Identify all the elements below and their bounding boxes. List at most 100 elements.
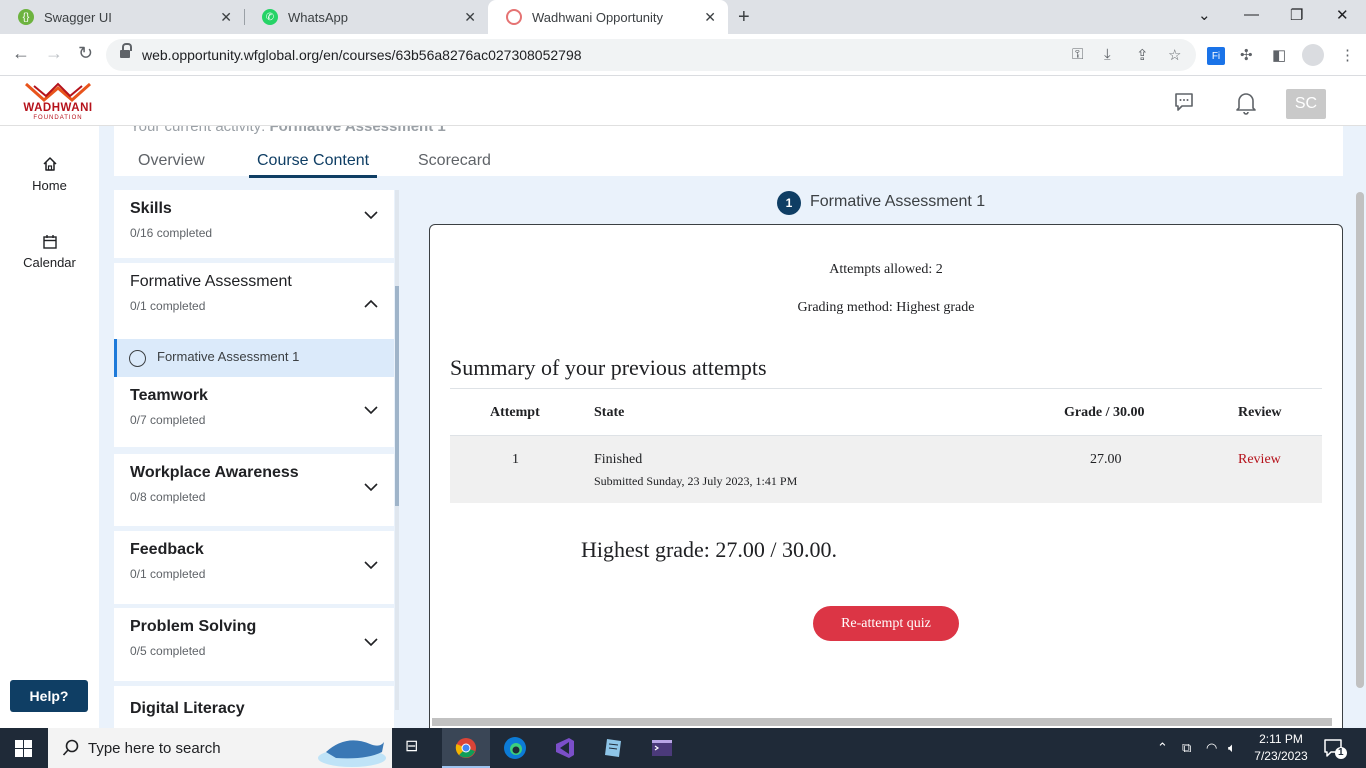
windows-start-icon[interactable] (15, 740, 32, 757)
grading-method: Grading method: Highest grade (797, 300, 975, 315)
side-panel-icon[interactable]: ◧ (1272, 46, 1286, 64)
tab-search-chevron-icon[interactable]: ⌄ (1198, 6, 1211, 24)
notepad-icon[interactable] (601, 736, 625, 760)
attempt-grade: 27.00 (1090, 452, 1122, 467)
attempt-state: Finished (594, 452, 643, 467)
list-item-formative-assessment-1[interactable]: Formative Assessment 1 (114, 339, 394, 377)
meet-now-icon[interactable]: ⧉ (1182, 740, 1191, 756)
current-activity-value[interactable]: Formative Assessment 1 (270, 126, 446, 135)
taskbar-clock[interactable]: 2:11 PM 7/23/2023 (1246, 731, 1316, 765)
browser-toolbar: ← → ↻ web.opportunity.wfglobal.org/en/co… (0, 34, 1366, 76)
help-button[interactable]: Help? (10, 680, 88, 712)
rail-item-home[interactable]: Home (0, 156, 99, 193)
share-icon[interactable]: ⇪ (1136, 46, 1149, 64)
section-formative-assessment[interactable]: Formative Assessment 0/1 completed (114, 263, 394, 339)
notification-count: 1 (1338, 747, 1344, 758)
tab-scorecard[interactable]: Scorecard (418, 152, 491, 170)
close-icon[interactable]: ✕ (464, 9, 476, 26)
section-skills[interactable]: Skills 0/16 completed (114, 190, 394, 258)
install-icon[interactable]: ⤓ (1104, 46, 1111, 63)
volume-icon[interactable]: 🔈︎ (1228, 740, 1236, 756)
tab-title: Swagger UI (44, 9, 112, 25)
rail-item-label: Home (32, 178, 67, 193)
rail-item-calendar[interactable]: Calendar (0, 234, 99, 270)
search-highlight-whale-icon (318, 740, 386, 767)
section-feedback[interactable]: Feedback 0/1 completed (114, 531, 394, 604)
key-icon[interactable]: ⚿ (1072, 46, 1083, 63)
url-text[interactable]: web.opportunity.wfglobal.org/en/courses/… (142, 47, 582, 63)
tab-title: WhatsApp (288, 9, 348, 25)
summary-heading: Summary of your previous attempts (450, 355, 767, 380)
horizontal-scrollbar[interactable] (432, 718, 1332, 726)
close-icon[interactable]: ✕ (220, 9, 232, 26)
extensions-puzzle-icon[interactable]: ✣ (1240, 46, 1253, 64)
profile-icon[interactable] (1302, 44, 1324, 66)
restore-icon[interactable]: ❐ (1290, 6, 1303, 24)
section-workplace-awareness[interactable]: Workplace Awareness 0/8 completed (114, 454, 394, 526)
chevron-down-icon[interactable] (364, 208, 378, 222)
minimize-icon[interactable]: — (1244, 6, 1259, 23)
wadhwani-logo[interactable]: WADHWANI FOUNDATION (16, 80, 100, 124)
section-problem-solving[interactable]: Problem Solving 0/5 completed (114, 608, 394, 681)
forward-arrow-icon[interactable]: → (45, 43, 63, 64)
section-digital-literacy[interactable]: Digital Literacy (114, 686, 394, 728)
tab-overview[interactable]: Overview (138, 152, 205, 170)
tab-title: Wadhwani Opportunity (532, 9, 664, 25)
chrome-icon (455, 738, 476, 758)
extension-ff-icon[interactable]: Fi (1207, 47, 1225, 65)
tab-course-content[interactable]: Course Content (248, 152, 378, 178)
notification-center-icon[interactable] (1322, 737, 1348, 761)
taskbar: Type here to search ⊟ ⌃ ⧉ ◠ 🔈︎ 2:11 PM 7… (0, 728, 1366, 768)
window-close-icon[interactable]: ✕ (1336, 6, 1349, 24)
bell-icon[interactable] (1234, 90, 1258, 116)
incomplete-circle-icon (129, 350, 146, 367)
logo-name: WADHWANI (23, 102, 93, 114)
search-placeholder: Type here to search (88, 740, 221, 757)
list-item-label: Formative Assessment 1 (157, 349, 300, 364)
review-link[interactable]: Review (1238, 452, 1281, 468)
address-bar[interactable]: web.opportunity.wfglobal.org/en/courses/… (106, 39, 1196, 71)
menu-kebab-icon[interactable]: ⋮ (1340, 46, 1355, 64)
wifi-icon[interactable]: ◠ (1206, 740, 1217, 756)
chevron-down-icon[interactable] (364, 635, 378, 649)
browser-tab-wadhwani[interactable]: Wadhwani Opportunity ✕ (488, 0, 728, 34)
reload-icon[interactable]: ↻ (78, 43, 93, 64)
attempt-submitted: Submitted Sunday, 23 July 2023, 1:41 PM (594, 474, 798, 488)
back-arrow-icon[interactable]: ← (12, 43, 30, 64)
taskbar-chrome-active[interactable] (442, 728, 490, 768)
browser-tab-swagger[interactable]: {} Swagger UI ✕ (0, 0, 244, 34)
chevron-down-icon[interactable] (364, 480, 378, 494)
swagger-icon: {} (18, 9, 34, 25)
visual-studio-icon[interactable] (552, 736, 576, 760)
section-progress: 0/8 completed (130, 490, 206, 504)
close-icon[interactable]: ✕ (704, 9, 716, 26)
chat-icon[interactable] (1173, 91, 1195, 113)
quiz-summary-card: Attempts allowed: 2 Grading method: High… (429, 224, 1343, 728)
logo-subtitle: FOUNDATION (33, 115, 83, 121)
whatsapp-icon: ✆ (262, 9, 278, 25)
terminal-icon[interactable] (650, 736, 674, 760)
wadhwani-icon (506, 9, 522, 25)
browser-tab-whatsapp[interactable]: ✆ WhatsApp ✕ (244, 0, 488, 34)
chevron-down-icon[interactable] (364, 558, 378, 572)
edge-icon[interactable] (503, 736, 527, 760)
taskbar-search[interactable]: Type here to search (48, 728, 392, 768)
section-teamwork[interactable]: Teamwork 0/7 completed (114, 377, 394, 447)
section-title: Digital Literacy (130, 700, 245, 717)
step-number-badge: 1 (777, 191, 801, 215)
chevron-up-icon[interactable] (364, 297, 378, 311)
new-tab-plus-icon[interactable]: + (738, 6, 750, 29)
chevron-down-icon[interactable] (364, 403, 378, 417)
section-title: Problem Solving (130, 618, 257, 635)
section-list-scroll-thumb[interactable] (395, 286, 399, 506)
main-content: Your current activity: Formative Assessm… (99, 126, 1366, 728)
page-scrollbar[interactable] (1356, 192, 1364, 688)
attempt-number: 1 (512, 452, 519, 467)
logo-mark-icon (25, 82, 91, 102)
reattempt-quiz-button[interactable]: Re-attempt quiz (813, 606, 959, 641)
section-title: Feedback (130, 541, 204, 558)
task-view-icon[interactable]: ⊟ (405, 736, 429, 760)
bookmark-star-icon[interactable]: ☆ (1168, 46, 1181, 64)
avatar[interactable]: SC (1286, 89, 1326, 119)
tray-chevron-up-icon[interactable]: ⌃ (1157, 740, 1168, 756)
